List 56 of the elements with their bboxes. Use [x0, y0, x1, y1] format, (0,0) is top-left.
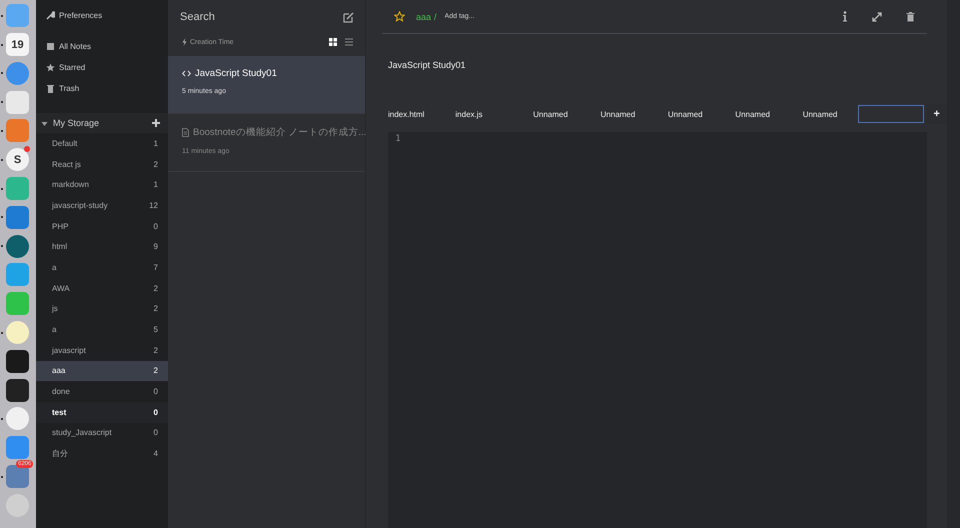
line-number: 1: [395, 134, 401, 144]
star-icon: [46, 63, 55, 72]
path-separator: /: [434, 12, 437, 22]
app-icon[interactable]: [6, 378, 29, 402]
trash-icon: [46, 84, 55, 93]
folder-item[interactable]: javascript-study 12: [36, 195, 168, 216]
list-view-icon[interactable]: [345, 38, 353, 46]
folder-name[interactable]: aaa: [416, 12, 432, 22]
info-icon[interactable]: [842, 11, 848, 22]
folder-item[interactable]: React js 2: [36, 154, 168, 174]
folder-item[interactable]: done 0: [36, 381, 168, 402]
file-tab[interactable]: Unnamed: [584, 110, 652, 118]
folder-item[interactable]: a 7: [36, 257, 168, 278]
sidebar-item[interactable]: Starred: [36, 57, 168, 78]
compose-icon[interactable]: [343, 12, 354, 22]
file-tab[interactable]: Unnamed: [786, 110, 854, 118]
notes-icon: [46, 42, 55, 51]
folder-item[interactable]: markdown 1: [36, 174, 168, 196]
note-title: Boostnoteの機能紹介 ノートの作成方...: [193, 126, 366, 139]
file-tab[interactable]: Unnamed: [718, 110, 786, 118]
folder-item[interactable]: aaa 2: [36, 360, 168, 382]
storage-header[interactable]: My Storage: [36, 113, 168, 133]
preferences-link[interactable]: Preferences: [36, 0, 168, 20]
search-field[interactable]: Search: [180, 11, 300, 23]
note-title-field[interactable]: JavaScript Study01: [388, 60, 466, 70]
folder-item[interactable]: 自分 4: [36, 443, 168, 464]
document-icon: [182, 128, 189, 137]
star-icon[interactable]: [394, 11, 405, 22]
file-tab[interactable]: Unnamed: [652, 110, 719, 118]
bolt-icon: [182, 38, 187, 46]
app-icon[interactable]: S: [6, 148, 29, 172]
file-tab[interactable]: index.js: [449, 110, 517, 118]
folder-item[interactable]: js 2: [36, 298, 168, 320]
file-tab[interactable]: index.html: [382, 110, 450, 118]
sidebar-item[interactable]: All Notes: [36, 36, 168, 57]
expand-icon[interactable]: [872, 12, 882, 22]
wrench-icon: [46, 10, 55, 20]
folder-item[interactable]: AWA 2: [36, 278, 168, 298]
folder-item[interactable]: javascript 2: [36, 340, 168, 361]
app-icon[interactable]: [6, 350, 29, 373]
folder-item[interactable]: a 5: [36, 319, 168, 340]
file-tab[interactable]: Unnamed: [516, 110, 584, 118]
folder-item[interactable]: html 9: [36, 236, 168, 258]
folder-item[interactable]: Default 1: [36, 133, 168, 154]
folder-item[interactable]: test 0: [36, 402, 168, 423]
code-icon: [182, 70, 191, 77]
note-title: JavaScript Study01: [195, 68, 277, 79]
code-editor[interactable]: 1: [388, 132, 927, 528]
app-icon[interactable]: 19: [6, 33, 29, 56]
trash-icon[interactable]: [906, 12, 915, 22]
rename-field[interactable]: [858, 105, 924, 123]
folder-item[interactable]: study_Javascript 0: [36, 422, 168, 444]
grid-view-icon[interactable]: [329, 38, 337, 46]
folder-item[interactable]: PHP 0: [36, 216, 168, 236]
plus-icon[interactable]: [152, 119, 160, 127]
sidebar-item[interactable]: Trash: [36, 78, 168, 99]
